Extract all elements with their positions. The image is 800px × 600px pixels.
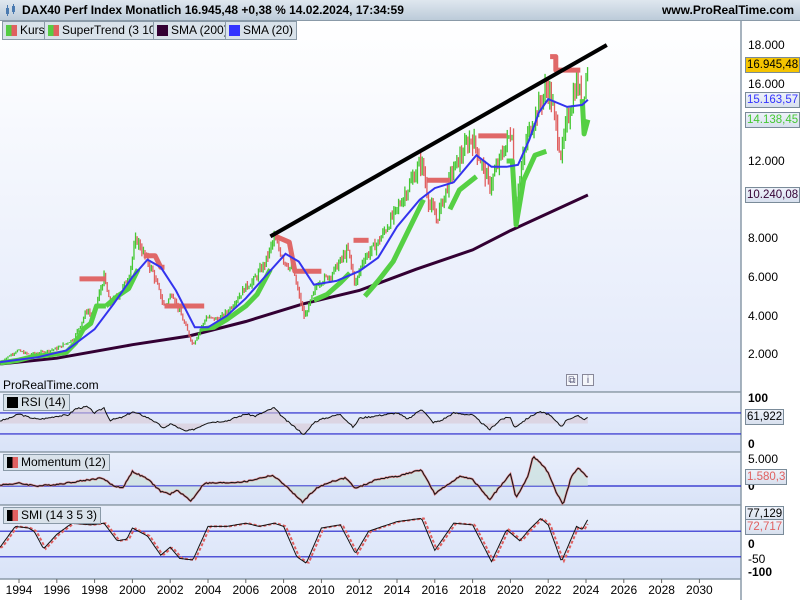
legend-swatch xyxy=(7,510,18,521)
smi-signal-tag: 72,717 xyxy=(745,519,785,535)
price-axis-label: 18.000 xyxy=(748,38,785,52)
legend-label: SMA (20) xyxy=(243,23,294,37)
x-axis-label: 1994 xyxy=(5,583,33,597)
smi-name: SMI (14 3 5 3) xyxy=(21,508,98,522)
x-axis-label: 2002 xyxy=(156,583,184,597)
x-axis-label: 2004 xyxy=(194,583,222,597)
price-axis-label: 16.000 xyxy=(748,76,785,91)
legend-swatch xyxy=(7,397,18,408)
legend-label: Kurs xyxy=(20,23,45,37)
momentum-panel xyxy=(0,453,741,505)
x-axis-label: 2028 xyxy=(648,583,675,597)
price-axis-label: 2.000 xyxy=(748,347,779,362)
info-icon[interactable]: i xyxy=(582,374,594,386)
x-axis-label: 2014 xyxy=(383,583,411,597)
legend-label: SuperTrend (3 10) xyxy=(62,23,160,37)
sma20-tag: 15.163,57 xyxy=(745,91,800,108)
smi-axis-label: 0 xyxy=(748,537,755,551)
smi-label[interactable]: SMI (14 3 5 3) xyxy=(3,507,102,524)
chart-canvas[interactable] xyxy=(0,0,800,600)
rsi-axis-label: 100 xyxy=(748,391,769,405)
copy-icon[interactable]: ⧉ xyxy=(566,374,578,386)
smi-axis-label: -100 xyxy=(748,565,773,579)
x-axis-label: 2016 xyxy=(421,583,449,597)
price-axis-label: 4.000 xyxy=(748,308,779,323)
x-axis-label: 2030 xyxy=(686,583,713,597)
rsi-label[interactable]: RSI (14) xyxy=(3,394,70,411)
x-axis-label: 2024 xyxy=(572,583,600,597)
x-axis-label: 2018 xyxy=(459,583,486,597)
momentum-value-tag: 1.580,3 xyxy=(745,469,788,485)
momentum-label[interactable]: Momentum (12) xyxy=(3,454,110,471)
legend-swatch xyxy=(7,457,18,468)
x-axis-label: 1998 xyxy=(81,583,108,597)
last-price-tag: 16.945,48 xyxy=(745,57,800,74)
momentum-axis-label: 5.000 xyxy=(748,452,779,466)
price-axis-label: 12.000 xyxy=(748,154,785,168)
sma200-tag: 10.240,08 xyxy=(745,187,800,204)
legend-item-2[interactable]: SMA (200) xyxy=(153,21,232,40)
legend-swatch xyxy=(6,25,17,36)
legend-item-3[interactable]: SMA (20) xyxy=(225,21,298,40)
supertrend-tag: 14.138,45 xyxy=(745,111,800,128)
watermark: ProRealTime.com xyxy=(3,378,99,392)
x-axis-label: 2020 xyxy=(497,583,524,597)
x-axis-label: 1996 xyxy=(43,583,71,597)
x-axis-label: 2006 xyxy=(232,583,260,597)
rsi-axis-label: 0 xyxy=(748,437,755,451)
legend-swatch xyxy=(229,25,240,36)
x-axis-label: 2022 xyxy=(534,583,562,597)
legend-swatch xyxy=(48,25,59,36)
x-axis-label: 2010 xyxy=(308,583,335,597)
x-axis-label: 2008 xyxy=(270,583,297,597)
smi-axis-label: -50 xyxy=(748,552,766,566)
price-panel xyxy=(0,21,741,392)
price-axis-label: 8.000 xyxy=(748,231,779,246)
rsi-value-tag: 61,922 xyxy=(745,409,785,426)
price-axis-label: 6.000 xyxy=(748,270,779,284)
legend-item-0[interactable]: Kurs xyxy=(2,21,49,40)
x-axis-label: 2012 xyxy=(345,583,373,597)
legend-swatch xyxy=(157,25,168,36)
x-axis-label: 2026 xyxy=(610,583,638,597)
rsi-name: RSI (14) xyxy=(21,395,66,409)
momentum-name: Momentum (12) xyxy=(21,455,106,469)
legend-item-1[interactable]: SuperTrend (3 10) xyxy=(44,21,164,40)
smi-panel xyxy=(0,506,741,579)
x-axis-label: 2000 xyxy=(119,583,146,597)
legend-label: SMA (200) xyxy=(171,23,228,37)
